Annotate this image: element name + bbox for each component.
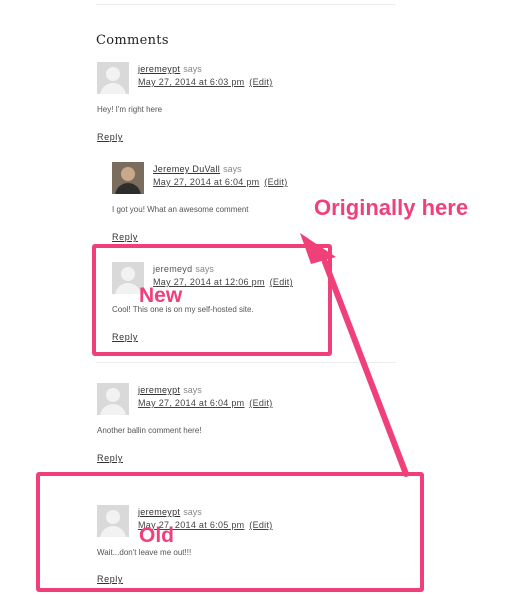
old-label: Old [139,524,174,547]
new-label: New [139,284,183,307]
arrow-icon [300,233,409,477]
originally-here-label: Originally here [314,195,469,220]
